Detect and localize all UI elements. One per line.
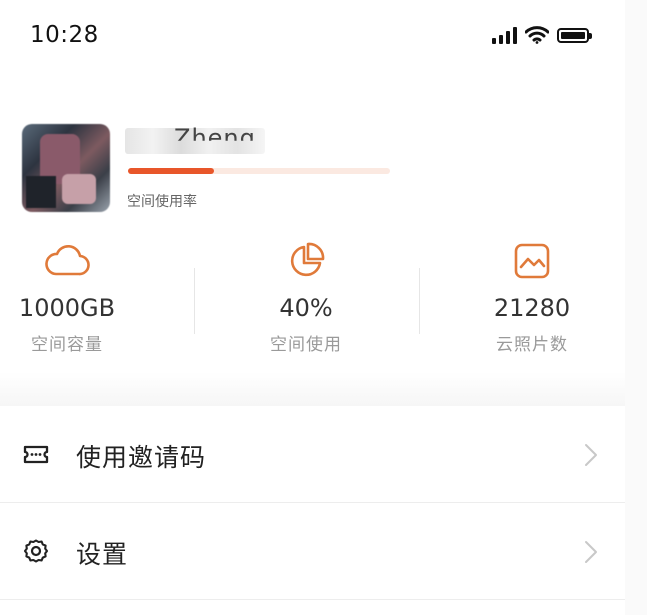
signal-icon xyxy=(492,26,517,44)
menu-item-label: 设置 xyxy=(76,540,129,569)
menu-item-settings[interactable]: 设置 xyxy=(0,503,625,599)
stat-label: 空间使用 xyxy=(270,335,342,355)
menu-item-label: 使用邀请码 xyxy=(76,443,207,472)
image-icon xyxy=(514,243,550,279)
stat-divider xyxy=(419,268,420,334)
stat-divider xyxy=(194,268,195,334)
stat-value: 21280 xyxy=(493,294,571,322)
pie-chart-icon xyxy=(290,242,325,277)
stat-usage[interactable]: 40% 空间使用 xyxy=(206,240,406,355)
ticket-icon xyxy=(23,445,49,464)
stat-label: 云照片数 xyxy=(496,335,568,355)
menu-item-invite-code[interactable]: 使用邀请码 xyxy=(0,406,625,502)
battery-icon xyxy=(557,27,592,43)
chevron-right-icon xyxy=(585,541,597,563)
section-divider xyxy=(0,372,625,406)
wifi-icon xyxy=(525,26,549,44)
usage-progress-fill xyxy=(128,168,215,174)
stat-value: 1000GB xyxy=(18,294,116,322)
edge-background xyxy=(625,0,647,615)
profile-screen: 10:28 Zheng 空间使用率 1000GB 空间容量 40% 空间使用 2… xyxy=(0,0,625,615)
cloud-icon xyxy=(45,244,90,276)
usage-progress-bar xyxy=(128,168,390,174)
avatar[interactable] xyxy=(22,124,110,212)
stat-value: 40% xyxy=(279,294,333,322)
stat-capacity[interactable]: 1000GB 空间容量 xyxy=(0,240,167,355)
gear-icon xyxy=(23,539,49,563)
menu-separator xyxy=(0,599,625,600)
chevron-right-icon xyxy=(585,444,597,466)
usage-label: 空间使用率 xyxy=(127,194,197,210)
status-icons xyxy=(492,24,592,46)
status-time: 10:28 xyxy=(30,22,99,48)
stat-photos[interactable]: 21280 云照片数 xyxy=(432,240,632,355)
stat-label: 空间容量 xyxy=(31,335,103,355)
